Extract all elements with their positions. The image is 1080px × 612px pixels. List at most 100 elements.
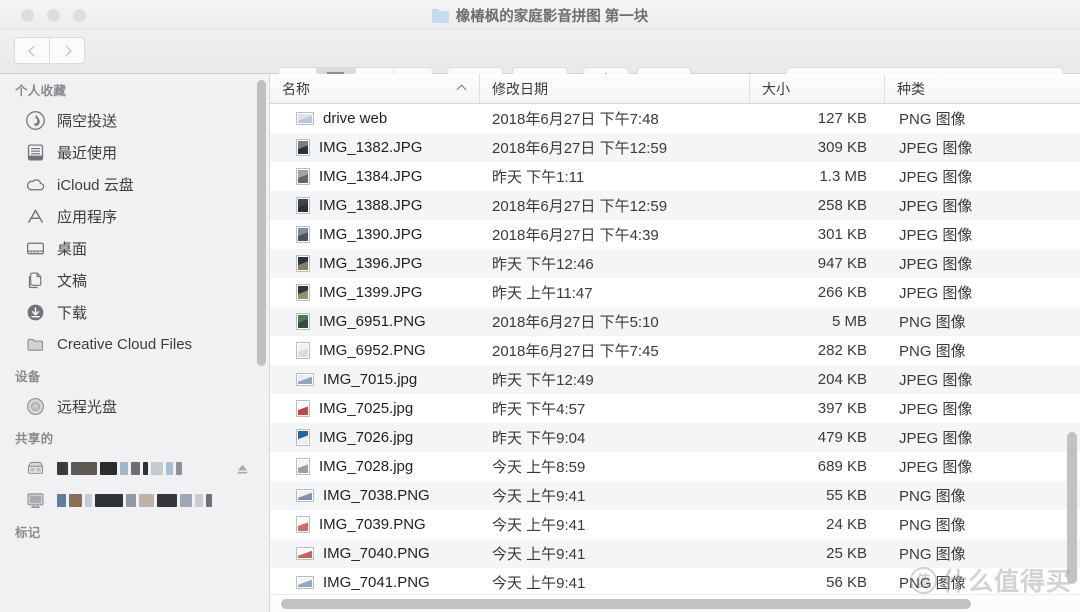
table-row[interactable]: IMG_7041.PNG 今天 上午9:41 56 KB PNG 图像 bbox=[270, 568, 1080, 597]
sidebar-item-applications[interactable]: 应用程序 bbox=[0, 200, 269, 232]
table-row[interactable]: IMG_1388.JPG 2018年6月27日 下午12:59 258 KB JPEG… bbox=[270, 191, 1080, 220]
table-row[interactable]: IMG_1382.JPG 2018年6月27日 下午12:59 309 KB JPEG… bbox=[270, 133, 1080, 162]
table-row[interactable]: IMG_7025.jpg 昨天 下午4:57 397 KB JPEG 图像 bbox=[270, 394, 1080, 423]
file-thumbnail-icon bbox=[296, 400, 310, 417]
window-content: 个人收藏 隔空投送 最近使用 iCloud 云盘 应用程序 桌面 文稿 下载 C… bbox=[0, 74, 1080, 612]
table-row[interactable]: IMG_7015.jpg 昨天 下午12:49 204 KB JPEG 图像 bbox=[270, 365, 1080, 394]
table-row[interactable]: IMG_7040.PNG 今天 上午9:41 25 KB PNG 图像 bbox=[270, 539, 1080, 568]
file-list-horizontal-scrollbar-thumb[interactable] bbox=[281, 599, 971, 609]
table-row[interactable]: IMG_1384.JPG 昨天 下午1:11 1.3 MB JPEG 图像 bbox=[270, 162, 1080, 191]
file-kind: PNG 图像 bbox=[899, 575, 966, 592]
file-size: 258 KB bbox=[817, 197, 867, 214]
table-row[interactable]: IMG_7028.jpg 今天 上午8:59 689 KB JPEG 图像 bbox=[270, 452, 1080, 481]
sidebar-item-shared-display[interactable] bbox=[0, 484, 269, 516]
table-row[interactable]: IMG_1399.JPG 昨天 上午11:47 266 KB JPEG 图像 bbox=[270, 278, 1080, 307]
sidebar-item-label: 下载 bbox=[57, 304, 88, 322]
eject-icon[interactable] bbox=[236, 462, 249, 474]
sidebar-item-documents[interactable]: 文稿 bbox=[0, 264, 269, 296]
sidebar-item-label: 最近使用 bbox=[57, 144, 118, 162]
file-date: 今天 上午9:41 bbox=[492, 575, 586, 592]
sidebar-item-recents[interactable]: 最近使用 bbox=[0, 136, 269, 168]
file-name-cell[interactable]: IMG_7028.jpg bbox=[270, 458, 480, 475]
file-size: 309 KB bbox=[817, 139, 867, 156]
table-row[interactable]: IMG_7026.jpg 昨天 下午9:04 479 KB JPEG 图像 bbox=[270, 423, 1080, 452]
recents-icon bbox=[25, 142, 46, 163]
table-row[interactable]: drive web 2018年6月27日 下午7:48 127 KB PNG 图像 bbox=[270, 104, 1080, 133]
sidebar-item-label: 应用程序 bbox=[57, 208, 118, 226]
file-name: IMG_7038.PNG bbox=[323, 487, 430, 504]
file-kind: JPEG 图像 bbox=[899, 169, 973, 186]
close-window-button[interactable] bbox=[21, 9, 34, 22]
optical-disc-icon bbox=[25, 396, 46, 417]
file-thumbnail-icon bbox=[296, 168, 310, 185]
file-list-scrollbar-thumb[interactable] bbox=[1067, 432, 1077, 584]
table-row[interactable]: IMG_7038.PNG 今天 上午9:41 55 KB PNG 图像 bbox=[270, 481, 1080, 510]
file-name: IMG_1399.JPG bbox=[319, 284, 423, 301]
finder-window: 橡椿枫的家庭影音拼图 第一块 个人收藏 隔空投送 最近使用 iCloud 云盘 … bbox=[0, 0, 1080, 612]
sort-ascending-icon bbox=[456, 84, 467, 95]
file-list-pane: 名称 修改日期 大小 种类 drive web 2018年6月27日 下午7:48… bbox=[270, 74, 1080, 612]
file-size: 1.3 MB bbox=[819, 168, 867, 185]
table-row[interactable]: IMG_6951.PNG 2018年6月27日 下午5:10 5 MB PNG 图像 bbox=[270, 307, 1080, 336]
file-size: 282 KB bbox=[817, 342, 867, 359]
file-name: IMG_6951.PNG bbox=[319, 313, 426, 330]
sidebar-item-icloud-drive[interactable]: iCloud 云盘 bbox=[0, 168, 269, 200]
table-row[interactable]: IMG_1390.JPG 2018年6月27日 下午4:39 301 KB JPEG … bbox=[270, 220, 1080, 249]
file-kind: JPEG 图像 bbox=[899, 198, 973, 215]
sidebar-item-airdrop[interactable]: 隔空投送 bbox=[0, 104, 269, 136]
minimize-window-button[interactable] bbox=[47, 9, 60, 22]
sidebar[interactable]: 个人收藏 隔空投送 最近使用 iCloud 云盘 应用程序 桌面 文稿 下载 C… bbox=[0, 74, 270, 612]
file-name-cell[interactable]: IMG_6951.PNG bbox=[270, 313, 480, 330]
file-name-cell[interactable]: IMG_7038.PNG bbox=[270, 487, 480, 504]
file-kind: JPEG 图像 bbox=[899, 430, 973, 447]
sidebar-item-desktop[interactable]: 桌面 bbox=[0, 232, 269, 264]
column-headers: 名称 修改日期 大小 种类 bbox=[270, 74, 1080, 104]
file-name-cell[interactable]: IMG_7041.PNG bbox=[270, 574, 480, 591]
file-kind: PNG 图像 bbox=[899, 111, 966, 128]
forward-button[interactable] bbox=[49, 37, 85, 64]
sidebar-item-label: iCloud 云盘 bbox=[57, 176, 134, 194]
file-thumbnail-icon bbox=[296, 373, 314, 386]
file-name-cell[interactable]: IMG_7039.PNG bbox=[270, 516, 480, 533]
column-header-kind[interactable]: 种类 bbox=[885, 74, 1080, 103]
file-name-cell[interactable]: IMG_1388.JPG bbox=[270, 197, 480, 214]
sidebar-item-label: 文稿 bbox=[57, 272, 88, 290]
table-row[interactable]: IMG_7039.PNG 今天 上午9:41 24 KB PNG 图像 bbox=[270, 510, 1080, 539]
file-name-cell[interactable]: IMG_1382.JPG bbox=[270, 139, 480, 156]
file-name: IMG_7041.PNG bbox=[323, 574, 430, 591]
file-thumbnail-icon bbox=[296, 313, 310, 330]
file-size: 127 KB bbox=[817, 110, 867, 127]
sidebar-item-label: 远程光盘 bbox=[57, 398, 118, 416]
back-button[interactable] bbox=[14, 37, 50, 64]
sidebar-scrollbar[interactable] bbox=[257, 80, 266, 366]
file-kind: JPEG 图像 bbox=[899, 372, 973, 389]
file-date: 2018年6月27日 下午7:45 bbox=[492, 343, 659, 360]
file-kind: PNG 图像 bbox=[899, 488, 966, 505]
sidebar-item-shared-server[interactable] bbox=[0, 452, 269, 484]
column-header-name[interactable]: 名称 bbox=[270, 74, 480, 103]
file-name-cell[interactable]: IMG_7026.jpg bbox=[270, 429, 480, 446]
file-kind: JPEG 图像 bbox=[899, 256, 973, 273]
file-name-cell[interactable]: drive web bbox=[270, 110, 480, 127]
maximize-window-button[interactable] bbox=[73, 9, 86, 22]
file-list-horizontal-scrollbar[interactable] bbox=[270, 594, 1080, 612]
sidebar-scrollbar-thumb[interactable] bbox=[257, 80, 266, 366]
sidebar-item-creative-cloud-files[interactable]: Creative Cloud Files bbox=[0, 328, 269, 360]
file-size: 397 KB bbox=[817, 400, 867, 417]
table-row[interactable]: IMG_6952.PNG 2018年6月27日 下午7:45 282 KB PNG 图… bbox=[270, 336, 1080, 365]
file-name-cell[interactable]: IMG_7015.jpg bbox=[270, 371, 480, 388]
file-name-cell[interactable]: IMG_7025.jpg bbox=[270, 400, 480, 417]
column-header-date[interactable]: 修改日期 bbox=[480, 74, 750, 103]
file-date: 昨天 下午4:57 bbox=[492, 401, 586, 418]
folder-icon bbox=[25, 334, 46, 355]
table-row[interactable]: IMG_1396.JPG 昨天 下午12:46 947 KB JPEG 图像 bbox=[270, 249, 1080, 278]
file-name-cell[interactable]: IMG_1399.JPG bbox=[270, 284, 480, 301]
sidebar-item-remote-disc[interactable]: 远程光盘 bbox=[0, 390, 269, 422]
file-name-cell[interactable]: IMG_1384.JPG bbox=[270, 168, 480, 185]
file-name-cell[interactable]: IMG_6952.PNG bbox=[270, 342, 480, 359]
column-header-size[interactable]: 大小 bbox=[750, 74, 885, 103]
file-name-cell[interactable]: IMG_7040.PNG bbox=[270, 545, 480, 562]
file-name-cell[interactable]: IMG_1390.JPG bbox=[270, 226, 480, 243]
file-name-cell[interactable]: IMG_1396.JPG bbox=[270, 255, 480, 272]
sidebar-item-downloads[interactable]: 下载 bbox=[0, 296, 269, 328]
